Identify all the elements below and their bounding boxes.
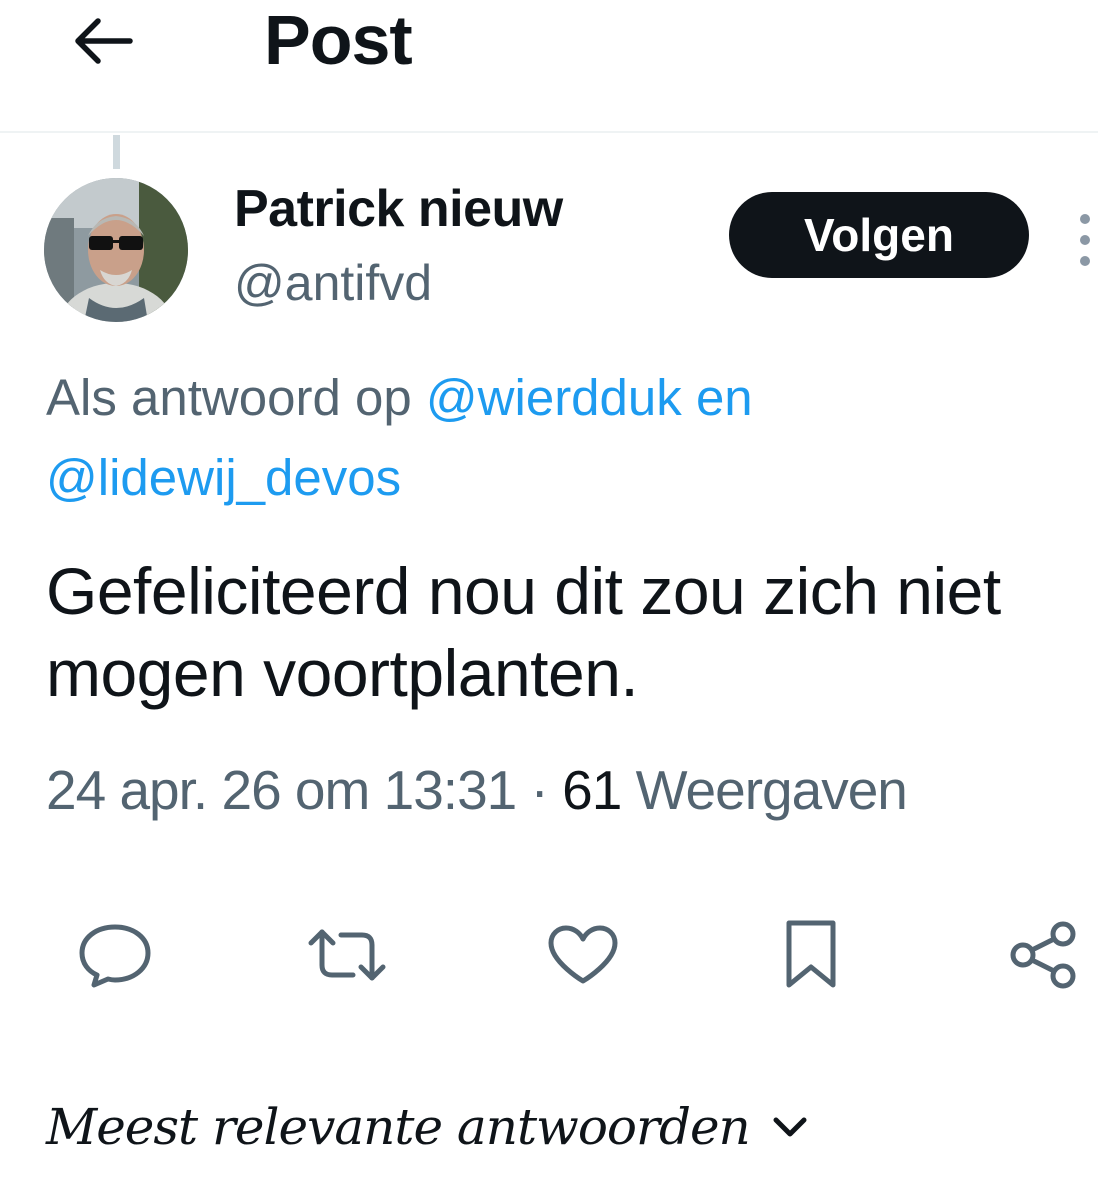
thread-connector-line — [113, 135, 120, 169]
repost-button[interactable] — [307, 915, 387, 995]
bookmark-button[interactable] — [771, 915, 851, 995]
post-meta: 24 apr. 26 om 13:31 · 61 Weergaven — [46, 752, 908, 828]
page-title: Post — [264, 1, 413, 79]
post-text: Gefeliciteerd nou dit zou zich niet moge… — [46, 554, 1001, 710]
reply-button[interactable] — [75, 915, 155, 995]
comment-icon — [79, 924, 151, 988]
action-bar — [0, 915, 1098, 995]
reply-prefix: Als antwoord op — [46, 369, 412, 426]
more-vertical-icon-dot — [1080, 256, 1090, 266]
mention-link[interactable]: @wierdduk — [426, 369, 682, 426]
mention-link[interactable]: @lidewij_devos — [46, 449, 401, 506]
avatar[interactable] — [44, 178, 188, 322]
more-options-button[interactable] — [1070, 200, 1098, 280]
like-button[interactable] — [543, 915, 623, 995]
reply-context: Als antwoord op @wierdduk en @lidewij_de… — [46, 358, 1056, 518]
replies-sort-selector[interactable]: Meest relevante antwoorden — [46, 1092, 808, 1162]
author-name[interactable]: Patrick nieuw — [234, 178, 563, 240]
replies-sort-label: Meest relevante antwoorden — [46, 1098, 751, 1156]
chevron-down-icon — [773, 1117, 807, 1137]
share-icon — [1010, 921, 1076, 989]
heart-icon — [548, 925, 618, 984]
mention-joiner: en — [695, 369, 753, 426]
share-button[interactable] — [1003, 915, 1083, 995]
post-timestamp[interactable]: 24 apr. 26 om 13:31 — [46, 759, 517, 821]
views-label: Weergaven — [635, 759, 908, 821]
top-bar: Post — [0, 0, 1098, 133]
arrow-left-icon — [75, 18, 133, 64]
back-button[interactable] — [62, 6, 142, 76]
bookmark-icon — [786, 920, 836, 988]
meta-separator: · — [530, 759, 549, 821]
views-count: 61 — [562, 759, 622, 821]
more-vertical-icon-dot — [1080, 235, 1090, 245]
follow-button[interactable]: Volgen — [729, 192, 1029, 278]
more-vertical-icon-dot — [1080, 214, 1090, 224]
user-avatar-image — [44, 178, 188, 322]
author-handle[interactable]: @antifvd — [234, 252, 432, 314]
repost-icon — [308, 929, 386, 981]
